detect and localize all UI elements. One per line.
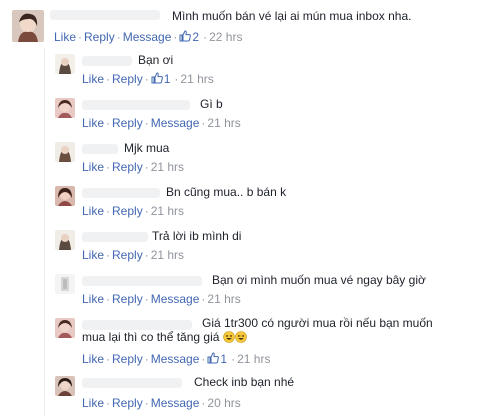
laughing-emoji-icon — [222, 331, 235, 343]
like-link[interactable]: Like — [82, 292, 104, 306]
avatar[interactable] — [55, 186, 75, 206]
like-link[interactable]: Like — [82, 352, 104, 366]
reply-actions: Like · Reply · 21 hrs — [82, 204, 185, 218]
like-count[interactable]: 1 — [164, 72, 171, 86]
commenter-name[interactable] — [82, 188, 160, 198]
reply-actions: Like · Reply · Message · 21 hrs — [82, 116, 241, 130]
message-link[interactable]: Message — [123, 30, 172, 44]
like-count[interactable]: 2 — [192, 30, 199, 44]
timestamp[interactable]: 22 hrs — [209, 30, 242, 44]
comment-actions: Like · Reply · Message · 2 · 22 hrs — [54, 30, 243, 44]
like-link[interactable]: Like — [82, 396, 104, 410]
thumbs-up-icon — [207, 352, 220, 364]
like-link[interactable]: Like — [82, 72, 104, 86]
timestamp[interactable]: 20 hrs — [207, 396, 240, 410]
like-link[interactable]: Like — [82, 160, 104, 174]
avatar[interactable] — [55, 142, 75, 162]
reply-link[interactable]: Reply — [112, 292, 143, 306]
timestamp[interactable]: 21 hrs — [207, 116, 240, 130]
reply-text-continued: mua lại thì co thể tăng giá — [82, 329, 247, 345]
reply-actions: Like · Reply · 1 · 21 hrs — [82, 72, 214, 86]
message-link[interactable]: Message — [151, 292, 200, 306]
timestamp[interactable]: 21 hrs — [151, 204, 184, 218]
reply-text: Mjk mua — [124, 141, 170, 155]
reply-thread-line — [44, 48, 45, 416]
commenter-name[interactable] — [82, 378, 182, 388]
timestamp[interactable]: 21 hrs — [180, 72, 213, 86]
like-link[interactable]: Like — [82, 116, 104, 130]
message-link[interactable]: Message — [151, 116, 200, 130]
reply-actions: Like · Reply · 21 hrs — [82, 248, 185, 262]
avatar[interactable] — [55, 98, 75, 118]
reply-actions: Like · Reply · Message · 21 hrs — [82, 292, 241, 306]
reply-link[interactable]: Reply — [112, 352, 143, 366]
reply-link[interactable]: Reply — [84, 30, 115, 44]
timestamp[interactable]: 21 hrs — [151, 248, 184, 262]
like-link[interactable]: Like — [82, 204, 104, 218]
avatar[interactable] — [55, 54, 75, 74]
comment-text: Mình muốn bán vé lại ai mún mua inbox nh… — [172, 9, 412, 23]
like-count[interactable]: 1 — [220, 352, 227, 366]
reply-text: Gì b — [200, 97, 223, 111]
reply-link[interactable]: Reply — [112, 160, 143, 174]
reply-actions: Like · Reply · Message · 20 hrs — [82, 396, 241, 410]
thumbs-up-icon — [179, 30, 192, 42]
thumbs-up-icon — [151, 72, 163, 84]
reply-text: Bạn ơi — [138, 53, 174, 67]
reply-text: Check inb bạn nhé — [194, 375, 295, 389]
avatar[interactable] — [55, 274, 75, 294]
reply-link[interactable]: Reply — [112, 204, 143, 218]
reply-text: Trả lời ib mình di — [152, 229, 242, 243]
avatar[interactable] — [55, 318, 75, 338]
reply-text: Bạn ơi mình muốn mua vé ngay bây giờ — [212, 273, 426, 287]
main-comment: Mình muốn bán vé lại ai mún mua inbox nh… — [0, 0, 492, 48]
reply-link[interactable]: Reply — [112, 116, 143, 130]
reply-actions: Like · Reply · 21 hrs — [82, 160, 185, 174]
reply-text: Bn cũng mua.. b bán k — [166, 185, 287, 199]
reply-link[interactable]: Reply — [112, 72, 143, 86]
reply-link[interactable]: Reply — [112, 248, 143, 262]
laughing-emoji-icon — [234, 331, 247, 343]
avatar[interactable] — [12, 10, 44, 42]
like-link[interactable]: Like — [82, 248, 104, 262]
commenter-name[interactable] — [82, 144, 118, 154]
reply-link[interactable]: Reply — [112, 396, 143, 410]
avatar[interactable] — [55, 376, 75, 396]
commenter-name[interactable] — [50, 10, 160, 20]
timestamp[interactable]: 21 hrs — [237, 352, 270, 366]
reply-actions: Like · Reply · Message · 1 · 21 hrs — [82, 352, 271, 366]
commenter-name[interactable] — [82, 276, 202, 286]
timestamp[interactable]: 21 hrs — [151, 160, 184, 174]
timestamp[interactable]: 21 hrs — [207, 292, 240, 306]
like-link[interactable]: Like — [54, 30, 76, 44]
commenter-name[interactable] — [82, 232, 148, 242]
avatar[interactable] — [55, 230, 75, 250]
message-link[interactable]: Message — [151, 396, 200, 410]
commenter-name[interactable] — [82, 56, 132, 66]
message-link[interactable]: Message — [151, 352, 200, 366]
commenter-name[interactable] — [82, 100, 190, 110]
